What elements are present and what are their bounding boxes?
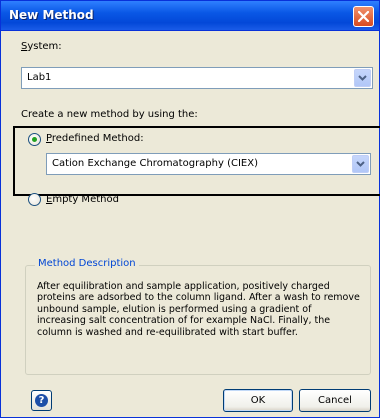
system-select[interactable]: Lab1 [21, 67, 373, 89]
help-icon: ? [35, 394, 48, 407]
close-button[interactable] [353, 6, 374, 27]
cancel-button[interactable]: Cancel [299, 389, 371, 412]
create-method-prompt: Create a new method by using the: [21, 109, 198, 120]
ok-button[interactable]: OK [223, 389, 293, 412]
empty-method-radio[interactable] [28, 193, 41, 206]
title-bar[interactable]: New Method [1, 1, 379, 31]
predefined-method-select[interactable]: Cation Exchange Chromatography (CIEX) [46, 153, 371, 175]
radio-selected-dot [32, 137, 37, 142]
empty-method-label[interactable]: Empty Method [46, 194, 119, 205]
close-icon [358, 11, 369, 22]
window-title: New Method [9, 8, 94, 22]
predefined-method-radio[interactable] [28, 133, 41, 146]
system-label: System: [21, 41, 62, 52]
method-description-title: Method Description [35, 258, 139, 269]
new-method-dialog: New Method System: Lab1 Create a new met… [0, 0, 380, 418]
chevron-down-icon [358, 75, 367, 81]
method-description-text: After equilibration and sample applicati… [37, 281, 360, 338]
chevron-down-icon [356, 161, 365, 167]
predefined-method-value: Cation Exchange Chromatography (CIEX) [52, 158, 258, 169]
predefined-method-label[interactable]: Predefined Method: [46, 133, 144, 144]
predefined-dropdown-button[interactable] [352, 155, 369, 173]
system-dropdown-button[interactable] [354, 69, 371, 87]
help-button[interactable]: ? [31, 390, 52, 411]
system-select-value: Lab1 [27, 72, 52, 83]
